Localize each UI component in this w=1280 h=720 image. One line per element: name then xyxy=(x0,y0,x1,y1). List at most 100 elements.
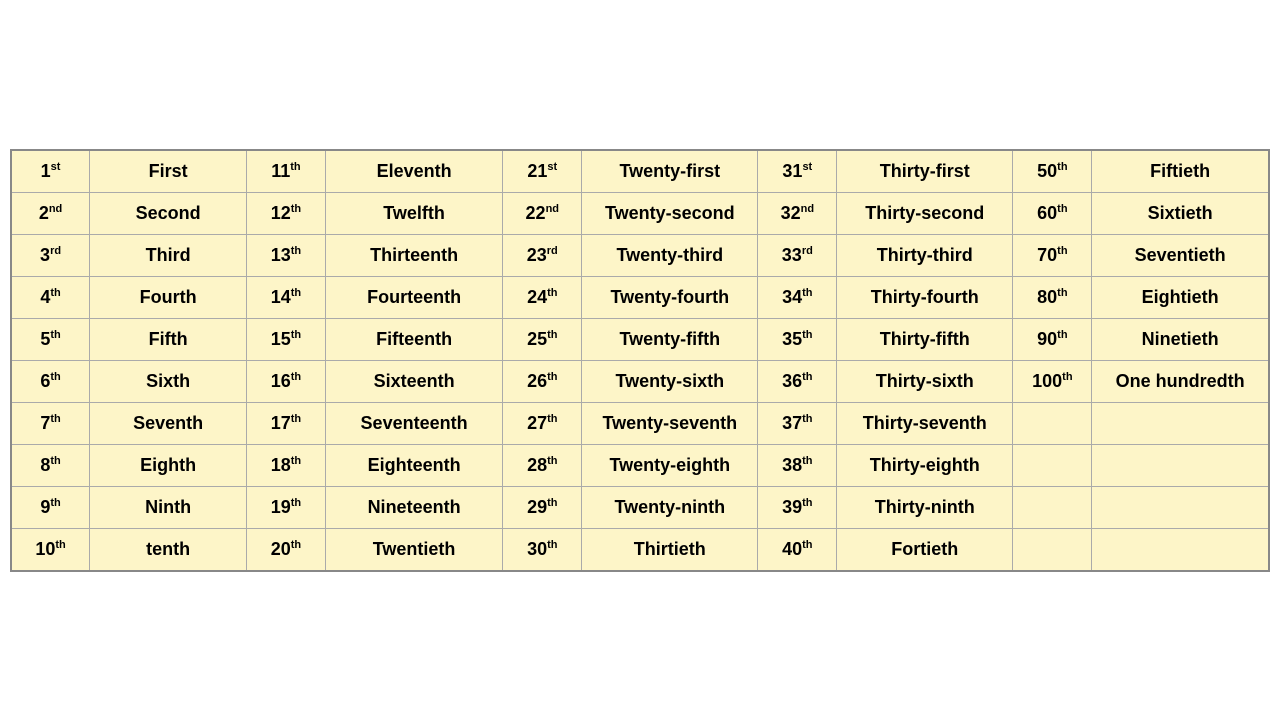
word-cell: Sixteenth xyxy=(325,360,503,402)
num-cell: 20th xyxy=(247,528,326,571)
num-cell: 2nd xyxy=(11,192,90,234)
word-cell: Seventieth xyxy=(1092,234,1269,276)
word-cell xyxy=(1092,528,1269,571)
word-cell: Thirty-ninth xyxy=(837,486,1013,528)
num-cell: 22nd xyxy=(503,192,582,234)
word-cell: Thirty-fourth xyxy=(837,276,1013,318)
num-cell: 90th xyxy=(1013,318,1092,360)
word-cell: Thirteenth xyxy=(325,234,503,276)
num-cell: 100th xyxy=(1013,360,1092,402)
num-cell: 35th xyxy=(758,318,837,360)
word-cell: Fifteenth xyxy=(325,318,503,360)
word-cell: Sixth xyxy=(90,360,247,402)
num-cell: 40th xyxy=(758,528,837,571)
num-cell: 27th xyxy=(503,402,582,444)
num-cell: 38th xyxy=(758,444,837,486)
word-cell: First xyxy=(90,150,247,193)
word-cell: Twenty-fourth xyxy=(582,276,758,318)
word-cell: One hundredth xyxy=(1092,360,1269,402)
num-cell: 70th xyxy=(1013,234,1092,276)
word-cell: Thirtieth xyxy=(582,528,758,571)
word-cell: Third xyxy=(90,234,247,276)
word-cell: Fourteenth xyxy=(325,276,503,318)
num-cell: 16th xyxy=(247,360,326,402)
num-cell: 7th xyxy=(11,402,90,444)
word-cell: tenth xyxy=(90,528,247,571)
word-cell: Thirty-fifth xyxy=(837,318,1013,360)
num-cell: 24th xyxy=(503,276,582,318)
word-cell: Thirty-third xyxy=(837,234,1013,276)
num-cell: 12th xyxy=(247,192,326,234)
num-cell: 33rd xyxy=(758,234,837,276)
word-cell: Ninetieth xyxy=(1092,318,1269,360)
word-cell: Thirty-eighth xyxy=(837,444,1013,486)
word-cell: Twentieth xyxy=(325,528,503,571)
word-cell: Ninth xyxy=(90,486,247,528)
num-cell: 8th xyxy=(11,444,90,486)
num-cell: 26th xyxy=(503,360,582,402)
word-cell: Thirty-sixth xyxy=(837,360,1013,402)
num-cell: 28th xyxy=(503,444,582,486)
num-cell: 14th xyxy=(247,276,326,318)
num-cell: 9th xyxy=(11,486,90,528)
word-cell: Seventh xyxy=(90,402,247,444)
num-cell: 6th xyxy=(11,360,90,402)
word-cell: Seventeenth xyxy=(325,402,503,444)
num-cell: 34th xyxy=(758,276,837,318)
num-cell xyxy=(1013,444,1092,486)
num-cell: 18th xyxy=(247,444,326,486)
word-cell: Eighteenth xyxy=(325,444,503,486)
word-cell: Sixtieth xyxy=(1092,192,1269,234)
word-cell: Twenty-seventh xyxy=(582,402,758,444)
num-cell: 39th xyxy=(758,486,837,528)
num-cell: 13th xyxy=(247,234,326,276)
word-cell: Fourth xyxy=(90,276,247,318)
word-cell xyxy=(1092,444,1269,486)
word-cell: Eleventh xyxy=(325,150,503,193)
num-cell: 17th xyxy=(247,402,326,444)
word-cell: Twenty-eighth xyxy=(582,444,758,486)
num-cell: 50th xyxy=(1013,150,1092,193)
num-cell: 10th xyxy=(11,528,90,571)
word-cell: Twenty-sixth xyxy=(582,360,758,402)
word-cell: Eightieth xyxy=(1092,276,1269,318)
num-cell xyxy=(1013,528,1092,571)
ordinal-numbers-table: 1stFirst11thEleventh21stTwenty-first31st… xyxy=(10,149,1270,572)
num-cell: 80th xyxy=(1013,276,1092,318)
num-cell: 36th xyxy=(758,360,837,402)
word-cell: Thirty-second xyxy=(837,192,1013,234)
num-cell: 15th xyxy=(247,318,326,360)
word-cell: Eighth xyxy=(90,444,247,486)
num-cell: 5th xyxy=(11,318,90,360)
word-cell: Fifth xyxy=(90,318,247,360)
word-cell: Fortieth xyxy=(837,528,1013,571)
num-cell: 32nd xyxy=(758,192,837,234)
word-cell: Twenty-ninth xyxy=(582,486,758,528)
word-cell: Twelfth xyxy=(325,192,503,234)
num-cell: 11th xyxy=(247,150,326,193)
num-cell: 30th xyxy=(503,528,582,571)
num-cell: 1st xyxy=(11,150,90,193)
word-cell: Twenty-second xyxy=(582,192,758,234)
word-cell: Fiftieth xyxy=(1092,150,1269,193)
num-cell xyxy=(1013,486,1092,528)
num-cell: 60th xyxy=(1013,192,1092,234)
word-cell: Nineteenth xyxy=(325,486,503,528)
word-cell: Twenty-first xyxy=(582,150,758,193)
num-cell: 29th xyxy=(503,486,582,528)
word-cell: Thirty-first xyxy=(837,150,1013,193)
num-cell: 19th xyxy=(247,486,326,528)
num-cell: 31st xyxy=(758,150,837,193)
num-cell: 3rd xyxy=(11,234,90,276)
word-cell: Twenty-fifth xyxy=(582,318,758,360)
num-cell: 21st xyxy=(503,150,582,193)
num-cell: 37th xyxy=(758,402,837,444)
num-cell: 25th xyxy=(503,318,582,360)
word-cell: Second xyxy=(90,192,247,234)
word-cell: Thirty-seventh xyxy=(837,402,1013,444)
num-cell: 23rd xyxy=(503,234,582,276)
word-cell xyxy=(1092,402,1269,444)
num-cell: 4th xyxy=(11,276,90,318)
word-cell: Twenty-third xyxy=(582,234,758,276)
num-cell xyxy=(1013,402,1092,444)
